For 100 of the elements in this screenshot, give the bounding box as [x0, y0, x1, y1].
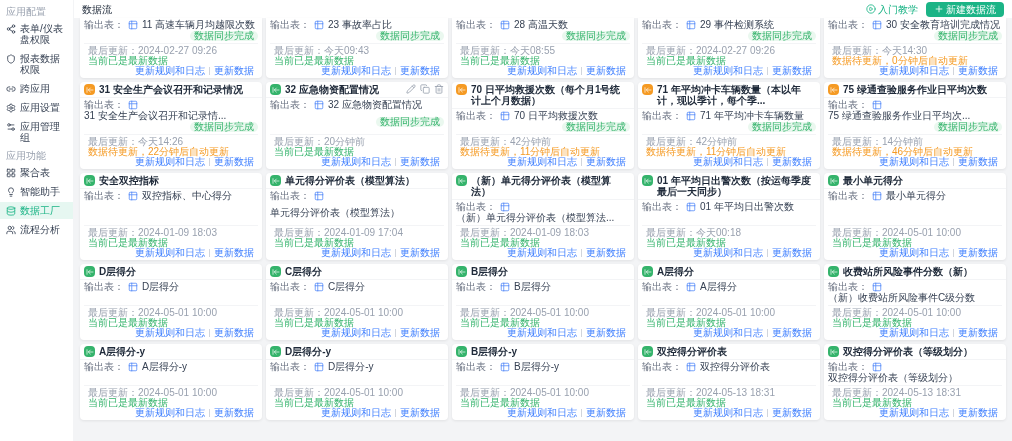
flow-card[interactable]: 输出表： 28 高温天数 数据同步完成 最后更新：今天08:55 当前已是最新数据 更新规则和日志 更新数据	[452, 18, 634, 78]
card-action-link[interactable]: 更新规则和日志	[879, 408, 949, 418]
card-action-link[interactable]: 更新数据	[586, 408, 626, 418]
flow-card[interactable]: 75 绿通查验服务作业日平均次数 输出表： 75 绿通查验服务作业日平均次... 数据同步完成 最后更新：14分钟前 数据待更新，46分钟后自动更新 更新规则和日志 更新数据	[824, 82, 1006, 169]
flow-card[interactable]: 收费站所风险事件分数（新） 输出表： （新）收费站所风险事件C级分数 最后更新：2024-05-01 10:00 当前已是最新数据 更新规则和日志 更新数据	[824, 264, 1006, 340]
flow-card[interactable]: A层得分 输出表： A层得分 最后更新：2024-05-01 10:00 当前已是最新数据 更新规则和日志 更新数据	[638, 264, 820, 340]
card-action-link[interactable]: 更新规则和日志	[879, 328, 949, 338]
card-action-link[interactable]: 更新数据	[772, 408, 812, 418]
flow-card[interactable]: 31 安全生产会议召开和记录情况 输出表： 31 安全生产会议召开和记录情... 数据同步完成 最后更新：今天14:26 数据待更新，22分钟后自动更新 更新规则和日志 更新数据	[80, 82, 262, 169]
tutorial-link[interactable]: 入门教学	[866, 1, 918, 17]
card-action-link[interactable]: 更新数据	[214, 408, 254, 418]
card-action-link[interactable]: 更新数据	[400, 66, 440, 76]
card-action-link[interactable]: 更新规则和日志	[135, 328, 205, 338]
card-action-link[interactable]: 更新规则和日志	[321, 248, 391, 258]
flow-card[interactable]: D层得分-y 输出表： D层得分-y 最后更新：2024-05-01 10:00 当前已是最新数据 更新规则和日志 更新数据	[266, 344, 448, 420]
card-action-link[interactable]: 更新数据	[400, 328, 440, 338]
card-action-link[interactable]: 更新规则和日志	[879, 157, 949, 167]
sidebar-item[interactable]: 智能助手	[0, 183, 73, 200]
card-action-link[interactable]: 更新数据	[958, 66, 998, 76]
delete-icon[interactable]	[434, 84, 444, 94]
flow-card[interactable]: 双控得分评价表（等级划分） 输出表： 双控得分评价表（等级划分） 最后更新：2024-05-13 18:31 当前已是最新数据 更新规则和日志 更新数据	[824, 344, 1006, 420]
copy-icon[interactable]	[420, 84, 430, 94]
update-status-text: 当前已是最新数据	[88, 398, 168, 408]
flow-card[interactable]: 70 日平均救援次数（每个月1号统计上个月数据） 输出表： 70 日平均救援次数 数据同步完成 最后更新：42分钟前 数据待更新，11分钟后自动更新 更新规则和日志 更新数据	[452, 82, 634, 169]
card-action-link[interactable]: 更新数据	[958, 408, 998, 418]
card-action-link[interactable]: 更新规则和日志	[693, 66, 763, 76]
output-table-name: D层得分-y	[328, 362, 374, 372]
flow-card[interactable]: 输出表： 11 高速车辆月均越限次数 数据同步完成 最后更新：2024-02-27 09:26 当前已是最新数据 更新规则和日志 更新数据	[80, 18, 262, 78]
card-action-link[interactable]: 更新数据	[958, 157, 998, 167]
sidebar-item[interactable]: 聚合表	[0, 164, 73, 181]
card-action-link[interactable]: 更新数据	[772, 248, 812, 258]
output-label: 输出表：	[642, 202, 682, 212]
card-action-link[interactable]: 更新数据	[214, 248, 254, 258]
card-action-link[interactable]: 更新数据	[586, 248, 626, 258]
card-action-link[interactable]: 更新数据	[400, 408, 440, 418]
card-action-link[interactable]: 更新数据	[772, 328, 812, 338]
card-action-link[interactable]: 更新数据	[400, 157, 440, 167]
sidebar-item[interactable]: 表单/仪表盘权限	[0, 20, 73, 48]
card-action-link[interactable]: 更新规则和日志	[693, 248, 763, 258]
sidebar-item[interactable]: 应用设置	[0, 99, 73, 116]
flow-card[interactable]: （新）单元得分评价表（模型算法） 输出表： （新）单元得分评价表（模型算法... 最后更新：2024-01-09 18:03 当前已是最新数据 更新规则和日志 更新数据	[452, 173, 634, 260]
flow-card[interactable]: 输出表： 30 安全教育培训完成情况 数据同步完成 最后更新：今天14:30 数据待更新，0分钟后自动更新 更新规则和日志 更新数据	[824, 18, 1006, 78]
flow-card[interactable]: 输出表： 29 事件检测系统 数据同步完成 最后更新：2024-02-27 09:26 当前已是最新数据 更新规则和日志 更新数据	[638, 18, 820, 78]
flow-card[interactable]: 双控得分评价表 输出表： 双控得分评价表 最后更新：2024-05-13 18:31 当前已是最新数据 更新规则和日志 更新数据	[638, 344, 820, 420]
flow-card[interactable]: C层得分 输出表： C层得分 最后更新：2024-05-01 10:00 当前已是最新数据 更新规则和日志 更新数据	[266, 264, 448, 340]
flow-card[interactable]: 71 年平均冲卡车辆数量（本以年计，现以季计，每个季... 输出表： 71 年平均冲卡车辆数量 数据同步完成 最后更新：42分钟前 数据待更新，11分钟后自动更新 更新规则和日志 更新数据	[638, 82, 820, 169]
card-action-link[interactable]: 更新规则和日志	[507, 66, 577, 76]
card-action-link[interactable]: 更新规则和日志	[693, 408, 763, 418]
sidebar-item[interactable]: 流程分析	[0, 221, 73, 238]
sidebar-item[interactable]: 报表数据权限	[0, 50, 73, 78]
card-action-link[interactable]: 更新数据	[586, 328, 626, 338]
flow-card[interactable]: A层得分-y 输出表： A层得分-y 最后更新：2024-05-01 10:00 当前已是最新数据 更新规则和日志 更新数据	[80, 344, 262, 420]
sidebar-item[interactable]: 应用管理组	[0, 118, 73, 146]
card-action-link[interactable]: 更新规则和日志	[507, 408, 577, 418]
card-action-link[interactable]: 更新规则和日志	[135, 408, 205, 418]
last-updated-text: 最后更新：2024-05-13 18:31	[832, 388, 962, 398]
sidebar-item[interactable]: 数据工厂	[0, 202, 73, 219]
card-action-link[interactable]: 更新规则和日志	[507, 328, 577, 338]
card-action-link[interactable]: 更新规则和日志	[693, 157, 763, 167]
card-action-link[interactable]: 更新数据	[214, 66, 254, 76]
card-action-link[interactable]: 更新数据	[586, 66, 626, 76]
card-action-link[interactable]: 更新规则和日志	[507, 248, 577, 258]
card-action-link[interactable]: 更新数据	[772, 157, 812, 167]
card-action-link[interactable]: 更新规则和日志	[879, 66, 949, 76]
output-label: 输出表：	[642, 20, 682, 30]
card-action-link[interactable]: 更新规则和日志	[135, 66, 205, 76]
card-action-link[interactable]: 更新规则和日志	[507, 157, 577, 167]
update-status-text: 当前已是最新数据	[460, 398, 540, 408]
flow-card[interactable]: D层得分 输出表： D层得分 最后更新：2024-05-01 10:00 当前已是最新数据 更新规则和日志 更新数据	[80, 264, 262, 340]
card-action-link[interactable]: 更新规则和日志	[321, 328, 391, 338]
card-action-link[interactable]: 更新规则和日志	[879, 248, 949, 258]
sidebar-item[interactable]: 跨应用	[0, 80, 73, 97]
card-action-link[interactable]: 更新数据	[214, 328, 254, 338]
last-updated-text: 最后更新：2024-01-09 18:03	[460, 228, 590, 238]
output-label: 输出表：	[642, 111, 682, 121]
card-action-link[interactable]: 更新规则和日志	[135, 157, 205, 167]
flow-card[interactable]: 单元得分评价表（模型算法） 输出表： 单元得分评价表（模型算法） 最后更新：2024-01-09 17:04 当前已是最新数据 更新规则和日志 更新数据	[266, 173, 448, 260]
update-status-text: 当前已是最新数据	[646, 398, 726, 408]
flow-card[interactable]: 最小单元得分 输出表： 最小单元得分 最后更新：2024-05-01 10:00 当前已是最新数据 更新规则和日志 更新数据	[824, 173, 1006, 260]
flow-card[interactable]: B层得分-y 输出表： B层得分-y 最后更新：2024-05-01 10:00 当前已是最新数据 更新规则和日志 更新数据	[452, 344, 634, 420]
card-action-link[interactable]: 更新数据	[586, 157, 626, 167]
create-dataflow-button[interactable]: 新建数据流	[926, 1, 1004, 17]
card-title: 双控得分评价表（等级划分）	[843, 346, 974, 357]
card-action-link[interactable]: 更新规则和日志	[321, 157, 391, 167]
card-action-link[interactable]: 更新数据	[400, 248, 440, 258]
card-action-link[interactable]: 更新数据	[958, 328, 998, 338]
card-action-link[interactable]: 更新数据	[958, 248, 998, 258]
flow-card[interactable]: 输出表： 23 事故率占比 数据同步完成 最后更新：今天09:43 当前已是最新数据 更新规则和日志 更新数据	[266, 18, 448, 78]
card-action-link[interactable]: 更新规则和日志	[321, 408, 391, 418]
card-action-link[interactable]: 更新规则和日志	[135, 248, 205, 258]
card-action-link[interactable]: 更新规则和日志	[321, 66, 391, 76]
flow-card[interactable]: 01 年平均日出警次数（按运每季度最后一天同步） 输出表： 01 年平均日出警次数 最后更新：今天00:18 当前已是最新数据 更新规则和日志 更新数据	[638, 173, 820, 260]
flow-card[interactable]: B层得分 输出表： B层得分 最后更新：2024-05-01 10:00 当前已是最新数据 更新规则和日志 更新数据	[452, 264, 634, 340]
card-action-link[interactable]: 更新数据	[772, 66, 812, 76]
card-action-link[interactable]: 更新数据	[214, 157, 254, 167]
card-action-link[interactable]: 更新规则和日志	[693, 328, 763, 338]
last-updated-text: 最后更新：42分钟前	[646, 137, 739, 147]
edit-icon[interactable]	[406, 84, 416, 94]
flow-card[interactable]: 安全双控指标 输出表： 双控指标、中心得分 最后更新：2024-01-09 18:03 当前已是最新数据 更新规则和日志 更新数据	[80, 173, 262, 260]
flow-card[interactable]: 32 应急物资配置情况 输出表： 32 应急物资配置情况 数据同步完成 最后更新：20分钟前 当前已是最新数据 更新规则和日志 更新数据	[266, 82, 448, 169]
